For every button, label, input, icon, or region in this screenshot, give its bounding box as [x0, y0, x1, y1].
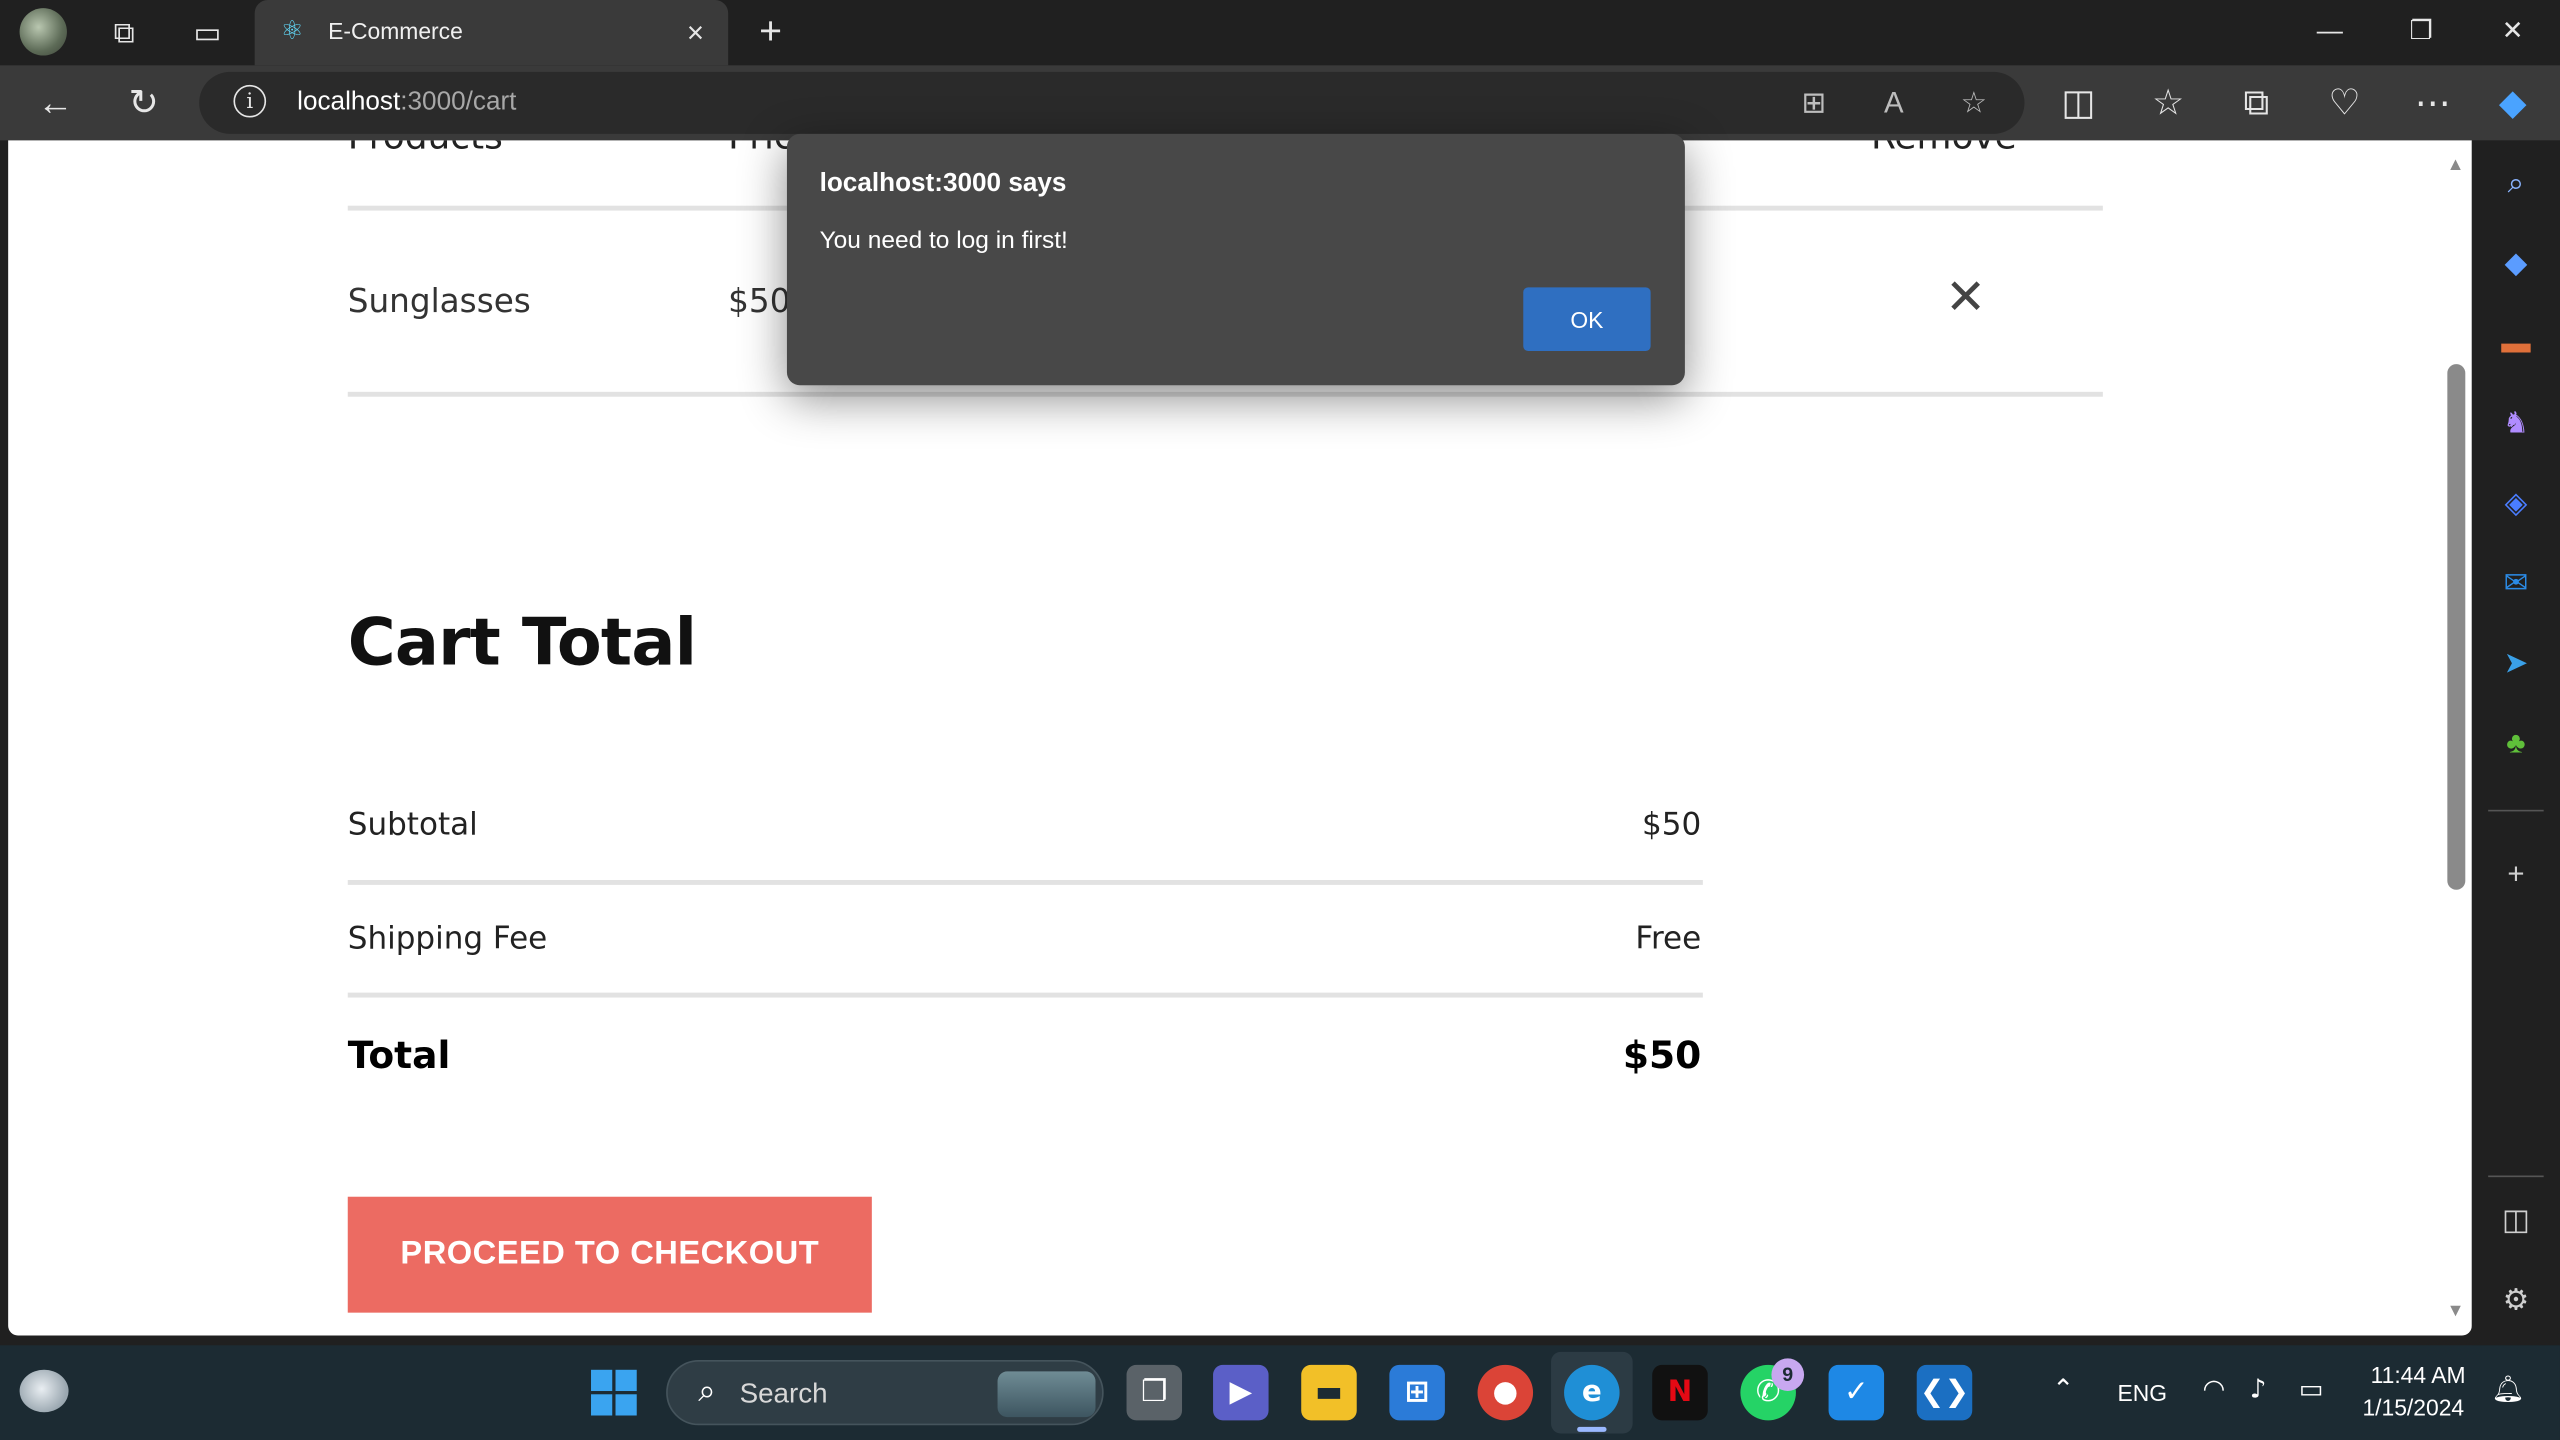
alert-ok-button[interactable]: OK: [1523, 287, 1651, 352]
language-indicator[interactable]: ENG: [2118, 1380, 2168, 1406]
read-aloud-icon[interactable]: A: [1873, 82, 1915, 124]
settings-icon[interactable]: ⚙: [2493, 1277, 2539, 1323]
favorites-icon[interactable]: ☆: [2144, 78, 2193, 127]
search-icon[interactable]: ⌕: [2493, 160, 2539, 206]
start-tile: [591, 1394, 613, 1416]
teams-icon[interactable]: ▶: [1213, 1364, 1269, 1421]
navigation-bar: ← ↻ i localhost:3000/cart ⊞ A ☆ ◫ ☆ ⧉ ♡ …: [0, 65, 2560, 141]
add-icon[interactable]: +: [2493, 851, 2539, 897]
tab-title: E-Commerce: [328, 17, 463, 45]
file-explorer-icon[interactable]: ▬: [1301, 1364, 1357, 1421]
chess-icon[interactable]: ♞: [2493, 400, 2539, 446]
browser-essentials-icon[interactable]: ♡: [2320, 78, 2369, 127]
outlook-icon[interactable]: ✉: [2493, 560, 2539, 606]
battery-icon[interactable]: ▭: [2299, 1373, 2324, 1404]
total-label: Total: [347, 1035, 451, 1078]
start-button[interactable]: [591, 1369, 637, 1416]
tree-icon[interactable]: ♣: [2493, 720, 2539, 766]
url-text[interactable]: localhost:3000/cart: [297, 88, 516, 117]
subtotal-label: Subtotal: [347, 806, 478, 843]
vscode-icon[interactable]: ❮❯: [1916, 1364, 1973, 1421]
active-app-indicator: [1577, 1426, 1607, 1432]
subtotal-value: $50: [1642, 806, 1702, 843]
edge-icon[interactable]: e: [1564, 1364, 1620, 1421]
url-host: localhost: [297, 88, 401, 116]
tab-actions-icon[interactable]: ▭: [184, 10, 230, 56]
volume-icon[interactable]: ♪: [2250, 1373, 2267, 1404]
title-bar: ⧉ ▭ ⚛ E-Commerce × + — ❐ ✕: [0, 0, 2560, 66]
todo-icon[interactable]: ✓: [1828, 1364, 1885, 1421]
restore-button[interactable]: ❐: [2384, 7, 2459, 59]
cart-item-name: Sunglasses: [347, 280, 531, 320]
send-icon[interactable]: ➤: [2493, 640, 2539, 686]
search-icon: ⌕: [698, 1374, 716, 1409]
scrollbar-thumb[interactable]: [2447, 364, 2466, 890]
clock-date[interactable]: 1/15/2024: [2362, 1394, 2464, 1420]
copilot-icon[interactable]: ◈: [2493, 480, 2539, 526]
scroll-up-arrow-icon[interactable]: ▲: [2444, 153, 2467, 176]
browser-tab[interactable]: ⚛ E-Commerce ×: [254, 0, 729, 66]
whatsapp-badge: 9: [1771, 1358, 1805, 1392]
taskbar-search-placeholder: Search: [739, 1377, 828, 1409]
more-menu-icon[interactable]: ⋯: [2408, 78, 2457, 127]
divider: [347, 391, 2103, 397]
edge-sidebar: ⌕ ◆ ▬ ♞ ◈ ✉ ➤ ♣ + ◫ ⚙: [2471, 140, 2560, 1346]
wifi-icon[interactable]: ◠: [2202, 1373, 2225, 1404]
close-window-button[interactable]: ✕: [2475, 7, 2550, 59]
divider: [347, 992, 1703, 998]
alert-message: You need to log in first!: [819, 226, 1068, 255]
minimize-button[interactable]: —: [2292, 7, 2367, 59]
shipping-fee-value: Free: [1635, 920, 1702, 957]
new-tab-button[interactable]: +: [748, 10, 794, 56]
chevron-up-icon[interactable]: ⌃: [2052, 1373, 2074, 1404]
shipping-fee-label: Shipping Fee: [347, 920, 548, 957]
profile-avatar[interactable]: [19, 8, 67, 56]
app-available-icon[interactable]: ⊞: [1793, 82, 1835, 124]
cart-total-title: Cart Total: [347, 605, 697, 681]
sidebar-separator: [2488, 1175, 2544, 1178]
cart-item-price: $50: [728, 280, 791, 320]
address-bar[interactable]: i localhost:3000/cart ⊞ A ☆: [199, 71, 2025, 134]
proceed-to-checkout-button[interactable]: PROCEED TO CHECKOUT: [347, 1196, 872, 1313]
clock-time[interactable]: 11:44 AM: [2371, 1362, 2466, 1388]
header-products: Products: [348, 140, 503, 158]
site-info-icon[interactable]: i: [233, 84, 267, 118]
alert-dialog: localhost:3000 says You need to log in f…: [786, 133, 1685, 386]
start-tile: [615, 1394, 637, 1416]
start-tile: [591, 1369, 613, 1392]
react-favicon-icon: ⚛: [280, 17, 304, 46]
task-view-icon[interactable]: ❐: [1126, 1364, 1183, 1421]
sidebar-separator: [2488, 809, 2544, 812]
copilot-icon[interactable]: ◆: [2488, 78, 2537, 127]
split-screen-icon[interactable]: ◫: [2054, 78, 2103, 127]
chrome-icon[interactable]: ●: [1477, 1364, 1534, 1421]
start-tile: [615, 1369, 637, 1392]
close-tab-icon[interactable]: ×: [676, 13, 715, 52]
netflix-icon[interactable]: N: [1652, 1364, 1708, 1421]
briefcase-icon[interactable]: ▬: [2493, 320, 2539, 366]
weather-icon[interactable]: [19, 1369, 69, 1413]
workspaces-icon[interactable]: ⧉: [101, 10, 147, 56]
favorite-star-icon[interactable]: ☆: [1953, 82, 1995, 124]
microsoft-store-icon[interactable]: ⊞: [1389, 1364, 1445, 1421]
tag-icon[interactable]: ◆: [2493, 240, 2539, 286]
url-path: :3000/cart: [400, 88, 517, 116]
remove-item-icon[interactable]: ✕: [1944, 273, 1986, 322]
sidebar-toggle-icon[interactable]: ◫: [2493, 1197, 2539, 1243]
total-value: $50: [1622, 1035, 1702, 1078]
collections-icon[interactable]: ⧉: [2232, 78, 2281, 127]
divider: [347, 879, 1703, 885]
refresh-icon[interactable]: ↻: [119, 78, 168, 127]
back-icon[interactable]: ←: [31, 78, 80, 127]
alert-title: localhost:3000 says: [819, 169, 1067, 198]
taskbar-search[interactable]: ⌕ Search: [666, 1359, 1104, 1426]
taskbar: ⌕ Search ❐ ▶ ▬ ⊞ ● e N ✆ 9 ✓ ❮❯ ⌃ ENG ◠ …: [0, 1345, 2560, 1440]
header-remove: Remove: [1871, 140, 2017, 158]
scroll-down-arrow-icon[interactable]: ▼: [2444, 1300, 2467, 1323]
notification-bell-icon[interactable]: 🔔︎: [2491, 1373, 2524, 1404]
search-highlight-image: [997, 1371, 1096, 1418]
